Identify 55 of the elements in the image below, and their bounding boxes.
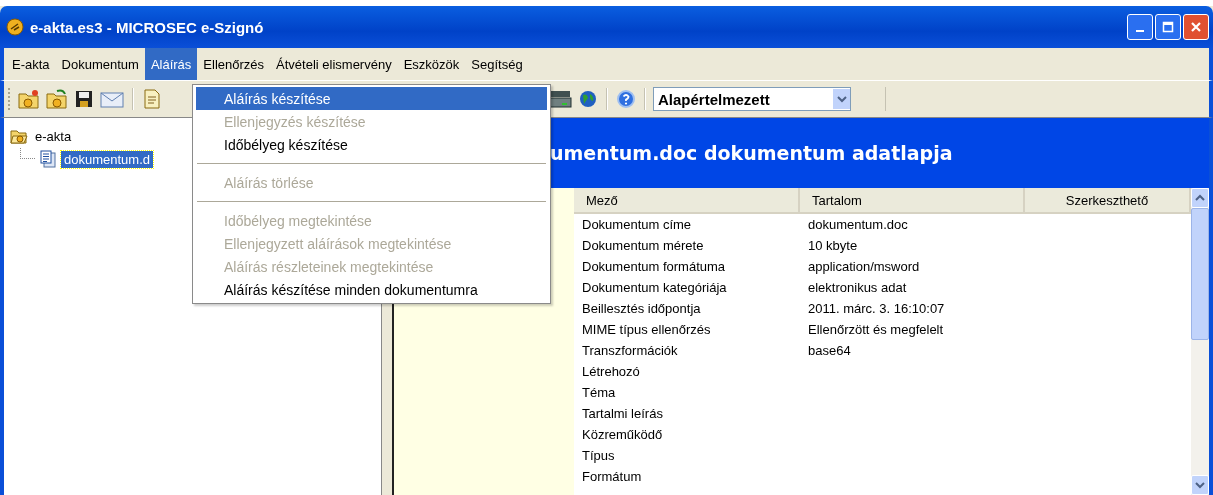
table-cell-text: Dokumentum címe xyxy=(581,217,693,232)
maximize-icon xyxy=(1162,21,1174,33)
open-folder-icon[interactable] xyxy=(10,128,28,144)
menu-bar-item[interactable]: E-akta xyxy=(6,48,56,80)
table-cell-text: 10 kbyte xyxy=(807,238,859,253)
tree-item[interactable]: e-akta xyxy=(32,127,75,145)
globe-icon[interactable] xyxy=(577,88,599,110)
table-cell-text: Transzformációk xyxy=(581,343,679,358)
chevron-down-icon xyxy=(836,95,847,103)
table-cell-text: base64 xyxy=(807,343,852,358)
table-cell-text: Típus xyxy=(581,448,616,463)
table-cell-text: Téma xyxy=(581,385,617,400)
vertical-scrollbar[interactable] xyxy=(1191,188,1209,495)
column-header[interactable]: Mező xyxy=(574,188,800,212)
table-cell-text: Közreműködő xyxy=(581,427,664,442)
minimize-icon xyxy=(1136,30,1144,32)
table-cell-text: Dokumentum formátuma xyxy=(581,259,727,274)
menu-bar-item[interactable]: Átvételi elismervény xyxy=(270,48,398,80)
table-cell-text: Létrehozó xyxy=(581,364,641,379)
table-cell-text: application/msword xyxy=(807,259,921,274)
close-button[interactable] xyxy=(1183,14,1209,40)
table-cell-text: MIME típus ellenőrzés xyxy=(581,322,712,337)
table-cell-text: elektronikus adat xyxy=(807,280,908,295)
menu-item[interactable]: Aláírás készítése xyxy=(196,87,547,110)
table-cell-text: Dokumentum mérete xyxy=(581,238,705,253)
save-icon[interactable] xyxy=(73,88,95,110)
open-folder-icon[interactable] xyxy=(45,88,69,110)
table-cell-text: 2011. márc. 3. 16:10:07 xyxy=(807,301,946,316)
table-cell-text: Beillesztés időpontja xyxy=(581,301,702,316)
help-icon[interactable] xyxy=(615,88,637,110)
scroll-up-icon[interactable] xyxy=(1195,194,1205,202)
table-cell-text: Dokumentum kategóriája xyxy=(581,280,728,295)
page-heading: umentum.doc dokumentum adatlapja xyxy=(550,142,953,164)
table-cell-text: dokumentum.doc xyxy=(807,217,909,232)
word-document-icon xyxy=(39,150,57,168)
menu-bar-item[interactable]: Dokumentum xyxy=(55,48,145,80)
tree-item[interactable]: dokumentum.d xyxy=(61,150,153,168)
close-icon xyxy=(1190,21,1202,33)
menu-bar-item[interactable]: Aláírás xyxy=(144,48,198,80)
profile-dropdown[interactable]: Alapértelmezett xyxy=(653,87,851,111)
scroll-down-icon[interactable] xyxy=(1195,481,1205,489)
menu-bar-item[interactable]: Eszközök xyxy=(397,48,466,80)
menu-bar-item[interactable]: Ellenőrzés xyxy=(197,48,271,80)
table-cell-text: Formátum xyxy=(581,469,643,484)
maximize-button[interactable] xyxy=(1155,14,1181,40)
app-icon xyxy=(6,18,24,36)
table-cell-text: Tartalmi leírás xyxy=(581,406,664,421)
menu-item[interactable]: Időbélyeg készítése xyxy=(196,133,547,156)
menu-item[interactable]: Aláírás készítése minden dokumentumra xyxy=(196,278,547,301)
table-cell-text: Ellenőrzött és megfelelt xyxy=(807,322,945,337)
minimize-button[interactable] xyxy=(1127,14,1153,40)
window-title: e-akta.es3 - MICROSEC e-Szignó xyxy=(30,18,265,36)
menu-bar-item[interactable]: Segítség xyxy=(465,48,529,80)
column-header[interactable]: Tartalom xyxy=(800,188,1025,212)
new-folder-icon[interactable] xyxy=(17,88,41,110)
